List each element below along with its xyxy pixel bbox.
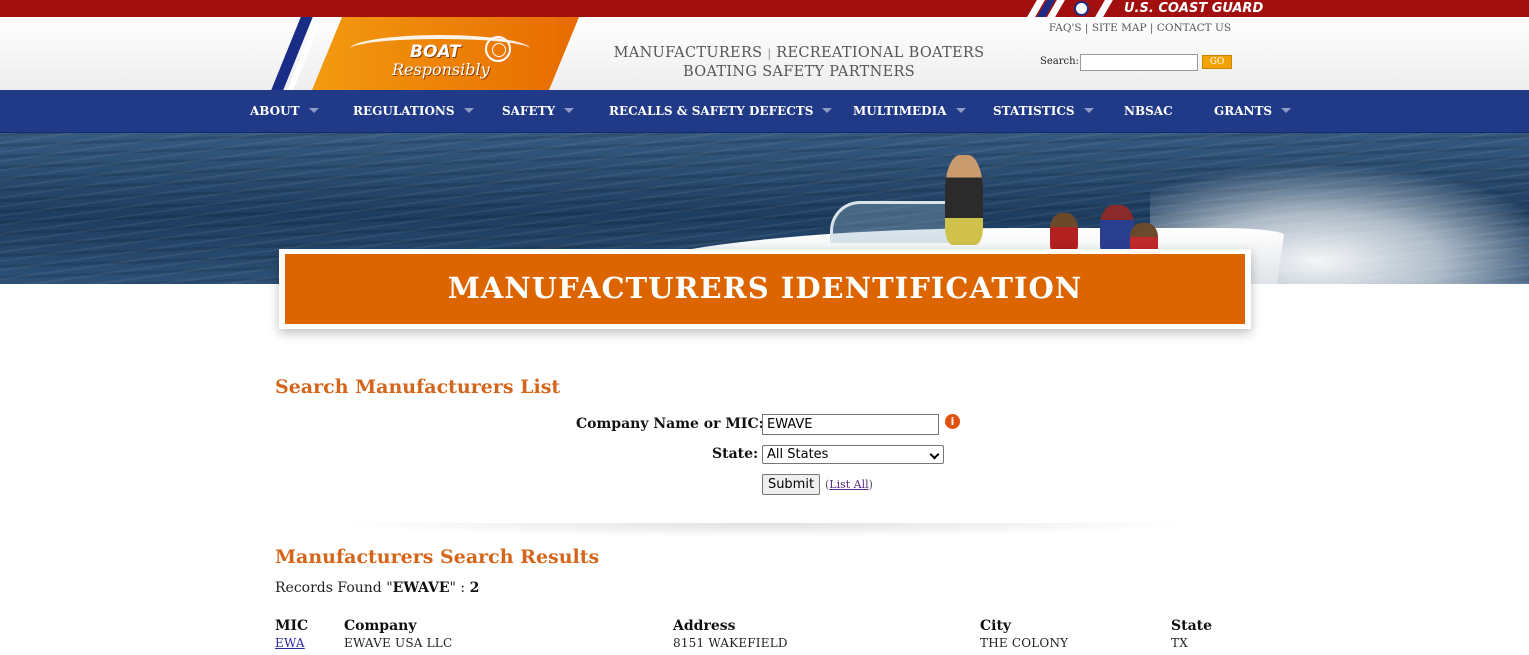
boater-figure <box>945 155 983 245</box>
state-select[interactable]: All States <box>762 445 944 464</box>
boat-windshield <box>830 201 960 243</box>
boater-figure <box>1100 205 1134 255</box>
utility-links: FAQ'S | SITE MAP | CONTACT US <box>1040 22 1240 34</box>
row-state: TX <box>1171 636 1188 650</box>
uscg-brand[interactable]: U.S. COAST GUARD <box>1024 0 1264 17</box>
nav-item-statistics[interactable]: STATISTICS <box>993 90 1094 133</box>
records-found: Records Found "EWAVE" : 2 <box>275 580 479 596</box>
utility-separator: | <box>1149 22 1154 34</box>
nav-item-nbsac[interactable]: NBSAC <box>1124 90 1173 133</box>
submit-button[interactable]: Submit <box>762 474 820 495</box>
list-all-paren-close: ) <box>868 478 873 491</box>
caret-down-icon <box>463 108 474 113</box>
company-name-input[interactable]: EWAVE <box>762 414 939 435</box>
nav-item-safety[interactable]: SAFETY <box>502 90 575 133</box>
nav-item-label: RECALLS & SAFETY DEFECTS <box>609 104 814 118</box>
list-all-link[interactable]: List All <box>829 478 868 491</box>
nav-item-label: REGULATIONS <box>353 104 455 118</box>
site-search-go-button[interactable]: GO <box>1202 55 1232 69</box>
list-all-wrapper: (List All) <box>825 478 873 491</box>
boater-figure <box>1050 213 1078 253</box>
results-heading: Manufacturers Search Results <box>275 546 600 568</box>
caret-down-icon <box>955 108 966 113</box>
info-icon[interactable]: i <box>945 414 960 429</box>
main-nav: ABOUT REGULATIONS SAFETY RECALLS & SAFET… <box>0 90 1529 133</box>
uscg-label: U.S. COAST GUARD <box>1124 1 1264 16</box>
row-city: THE COLONY <box>980 636 1069 650</box>
records-mid: " : <box>449 580 470 596</box>
state-selected-value: All States <box>767 447 829 462</box>
page-title: MANUFACTURERS IDENTIFICATION <box>285 254 1245 324</box>
logo-text-boat: BOAT <box>410 42 461 62</box>
contact-us-link[interactable]: CONTACT US <box>1157 22 1231 34</box>
nav-item-label: ABOUT <box>250 104 300 118</box>
search-heading: Search Manufacturers List <box>275 376 561 398</box>
records-query: EWAVE <box>392 580 450 596</box>
audience-links: MANUFACTURERS | RECREATIONAL BOATERS BOA… <box>599 44 999 82</box>
nav-item-label: NBSAC <box>1124 104 1173 118</box>
nav-item-regulations[interactable]: REGULATIONS <box>353 90 474 133</box>
column-header-address: Address <box>673 618 736 634</box>
column-header-company: Company <box>344 618 417 634</box>
nav-item-grants[interactable]: GRANTS <box>1214 90 1292 133</box>
site-search-input[interactable] <box>1080 54 1198 71</box>
caret-down-icon <box>1281 108 1292 113</box>
nav-item-label: SAFETY <box>502 104 556 118</box>
top-bar <box>0 0 1529 17</box>
link-recreational-boaters[interactable]: RECREATIONAL BOATERS <box>776 45 984 61</box>
column-header-city: City <box>980 618 1012 634</box>
logo-text-responsibly: Responsibly <box>392 60 490 79</box>
section-divider <box>330 523 1200 537</box>
column-header-state: State <box>1171 618 1213 634</box>
link-manufacturers[interactable]: MANUFACTURERS <box>614 45 763 61</box>
row-address: 8151 WAKEFIELD <box>673 636 788 650</box>
site-map-link[interactable]: SITE MAP <box>1092 22 1147 34</box>
nav-item-label: GRANTS <box>1214 104 1273 118</box>
column-header-mic: MIC <box>275 618 309 634</box>
caret-down-icon <box>564 108 575 113</box>
caret-down-icon <box>822 108 833 113</box>
records-prefix: Records Found " <box>275 580 393 596</box>
records-count: 2 <box>469 580 480 596</box>
chevron-down-icon <box>929 449 940 460</box>
row-mic-link[interactable]: EWA <box>275 636 305 650</box>
link-boating-safety-partners[interactable]: BOATING SAFETY PARTNERS <box>683 64 915 80</box>
caret-down-icon <box>1083 108 1094 113</box>
state-label: State: <box>712 446 759 462</box>
nav-item-multimedia[interactable]: MULTIMEDIA <box>853 90 966 133</box>
caret-down-icon <box>308 108 319 113</box>
nav-item-label: STATISTICS <box>993 104 1075 118</box>
coast-guard-seal-icon <box>485 36 511 62</box>
row-company: EWAVE USA LLC <box>344 636 453 650</box>
nav-item-recalls[interactable]: RECALLS & SAFETY DEFECTS <box>609 90 833 133</box>
stripe-decoration <box>1095 0 1113 17</box>
nav-item-label: MULTIMEDIA <box>853 104 947 118</box>
logo-stripes <box>271 17 323 90</box>
company-label: Company Name or MIC: <box>576 416 764 432</box>
faqs-link[interactable]: FAQ'S <box>1049 22 1082 34</box>
uscg-seal-icon <box>1074 1 1089 16</box>
site-search-label: Search: <box>1040 56 1079 67</box>
nav-item-about[interactable]: ABOUT <box>250 90 319 133</box>
tagline-separator: | <box>767 47 772 60</box>
utility-separator: | <box>1084 22 1089 34</box>
